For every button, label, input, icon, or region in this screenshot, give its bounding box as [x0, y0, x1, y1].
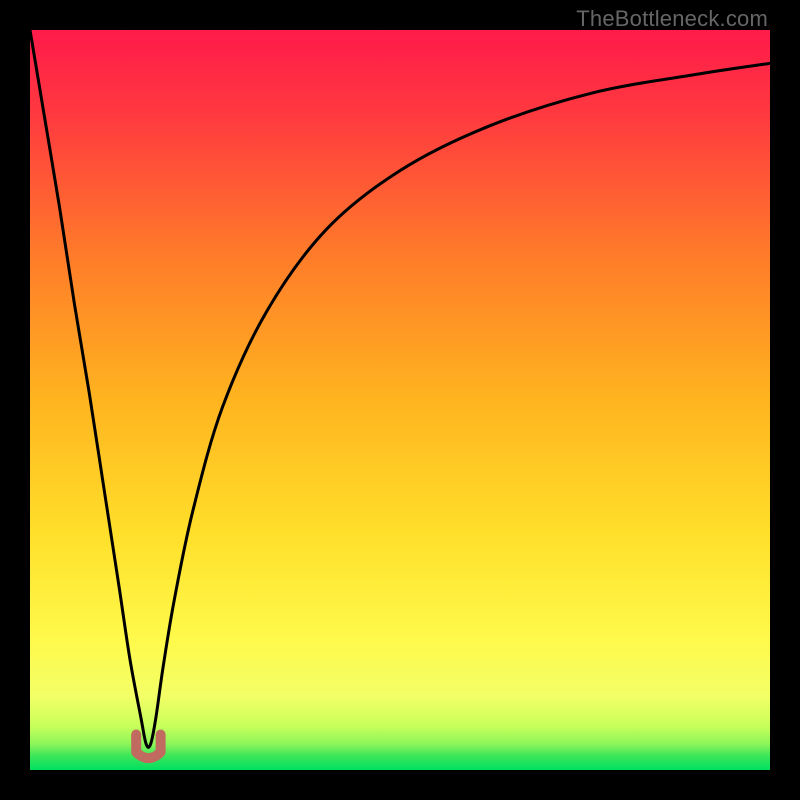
plot-area — [30, 30, 770, 770]
chart-svg — [30, 30, 770, 770]
gradient-background — [30, 30, 770, 770]
watermark-text: TheBottleneck.com — [576, 6, 768, 32]
chart-frame: TheBottleneck.com — [0, 0, 800, 800]
